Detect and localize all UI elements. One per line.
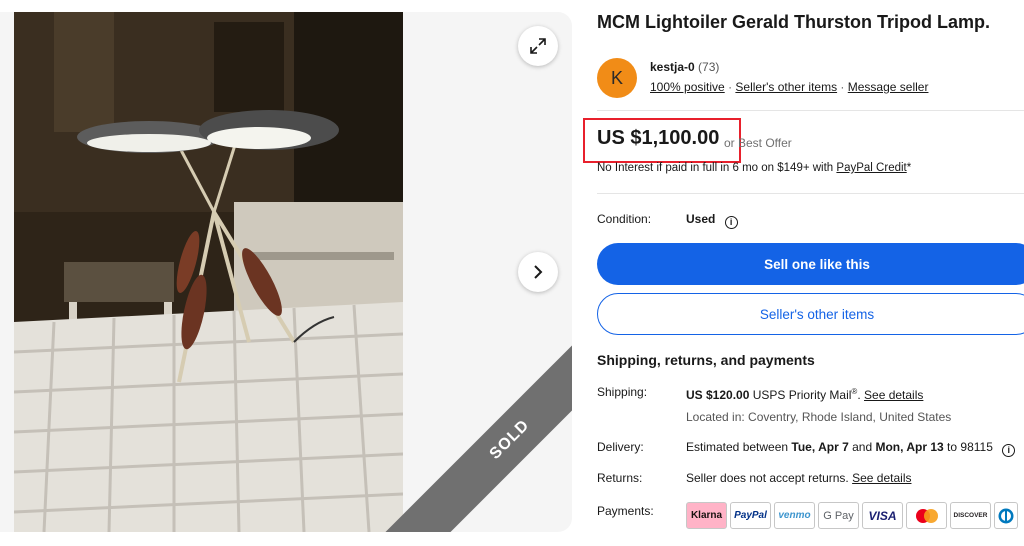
payments-label: Payments: — [597, 504, 654, 518]
positive-feedback-link[interactable]: 100% positive — [650, 80, 725, 94]
expand-icon — [530, 38, 546, 54]
paypal-icon: PayPal — [730, 502, 771, 529]
klarna-icon: Klarna — [686, 502, 727, 529]
returns-label: Returns: — [597, 471, 643, 485]
shipping-label: Shipping: — [597, 385, 648, 399]
paypal-credit-link[interactable]: PayPal Credit — [836, 162, 906, 174]
financing-text: No Interest if paid in full in 6 mo on $… — [597, 162, 911, 174]
financing-asterisk: * — [906, 162, 912, 174]
visa-icon: VISA — [862, 502, 903, 529]
lamp-photo-illustration — [14, 12, 403, 532]
condition-value: Used — [686, 212, 716, 226]
feedback-count[interactable]: (73) — [698, 60, 719, 74]
listing-photo[interactable] — [14, 12, 403, 532]
seller-name[interactable]: kestja-0 — [650, 60, 695, 74]
sold-banner: SOLD — [380, 310, 572, 532]
shipping-see-details-link[interactable]: See details — [864, 388, 923, 402]
delivery-label: Delivery: — [597, 440, 644, 454]
discover-icon: DISCOVER — [950, 502, 991, 529]
google-pay-icon: G Pay — [818, 502, 859, 529]
payment-methods: Klarna PayPal venmo G Pay VISA DISCOVER — [686, 502, 1018, 529]
mastercard-icon — [906, 502, 947, 529]
item-details-panel: MCM Lightoiler Gerald Thurston Tripod La… — [583, 0, 1024, 546]
next-image-button[interactable] — [518, 252, 558, 292]
shipping-section-heading: Shipping, returns, and payments — [597, 352, 815, 368]
divider — [597, 193, 1024, 194]
message-seller-link[interactable]: Message seller — [848, 80, 929, 94]
seller-other-items-link[interactable]: Seller's other items — [735, 80, 837, 94]
delivery-end: Mon, Apr 13 — [875, 440, 944, 454]
venmo-icon: venmo — [774, 502, 815, 529]
shipping-value: US $120.00 USPS Priority Mail®. See deta… — [686, 387, 924, 402]
best-offer-label: or Best Offer — [724, 136, 792, 150]
separator: · — [728, 80, 733, 94]
shipping-cost: US $120.00 — [686, 388, 750, 402]
delivery-value: Estimated between Tue, Apr 7 and Mon, Ap… — [686, 440, 1016, 457]
diners-logo — [998, 508, 1014, 523]
shipping-service: USPS Priority Mail — [752, 388, 852, 402]
expand-image-button[interactable] — [518, 26, 558, 66]
delivery-start: Tue, Apr 7 — [791, 440, 849, 454]
info-icon[interactable]: i — [724, 216, 738, 229]
diners-icon — [994, 502, 1018, 529]
returns-value: Seller does not accept returns. See deta… — [686, 471, 911, 485]
condition-value-row: Used i — [686, 212, 738, 229]
seller-name-row: kestja-0 (73) — [650, 60, 719, 74]
condition-label: Condition: — [597, 212, 652, 226]
seller-card: K kestja-0 (73) 100% positive · Seller's… — [597, 56, 1024, 110]
sell-one-like-this-button[interactable]: Sell one like this — [597, 243, 1024, 285]
page-title: MCM Lightoiler Gerald Thurston Tripod La… — [597, 12, 990, 32]
item-location: Located in: Coventry, Rhode Island, Unit… — [686, 410, 952, 424]
financing-description: No Interest if paid in full in 6 mo on $… — [597, 162, 834, 174]
seller-links: 100% positive · Seller's other items · M… — [650, 80, 928, 94]
delivery-zip[interactable]: to 98115 — [947, 440, 993, 454]
image-gallery: SOLD — [0, 12, 572, 532]
price: US $1,100.00 — [597, 127, 720, 149]
divider — [597, 110, 1024, 111]
delivery-prefix: Estimated between — [686, 440, 789, 454]
mastercard-logo — [915, 508, 938, 523]
info-icon[interactable]: i — [1002, 444, 1016, 457]
returns-see-details-link[interactable]: See details — [852, 471, 911, 485]
chevron-right-icon — [534, 265, 543, 279]
separator: · — [840, 80, 845, 94]
avatar[interactable]: K — [597, 58, 637, 98]
delivery-and: and — [852, 440, 873, 454]
seller-other-items-button[interactable]: Seller's other items — [597, 293, 1024, 335]
returns-text: Seller does not accept returns. — [686, 471, 849, 485]
